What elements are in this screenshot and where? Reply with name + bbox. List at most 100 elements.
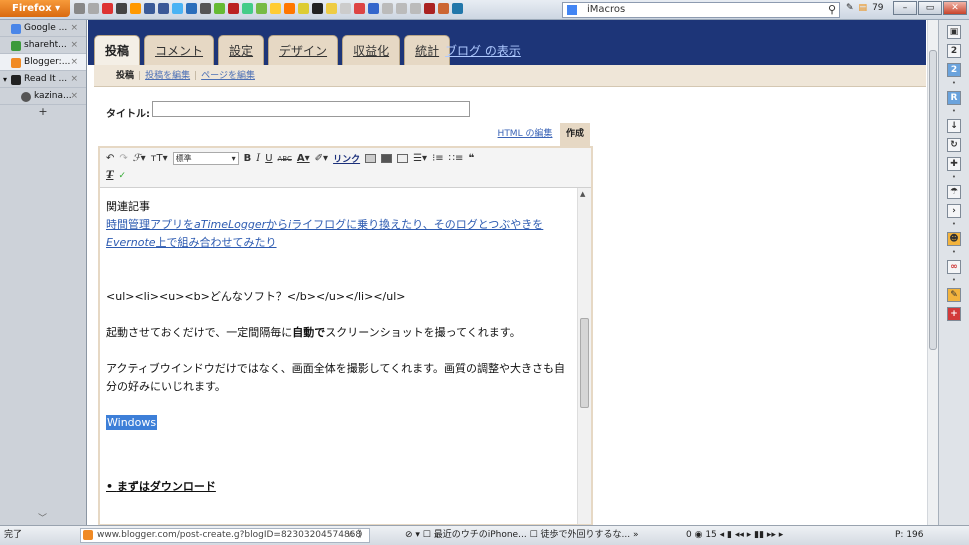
strikethrough-icon[interactable]: ABC [278,155,292,163]
close-tab-icon[interactable]: × [70,54,78,70]
blank-icon[interactable] [340,3,351,14]
tumblr-icon[interactable] [144,3,155,14]
two-blue-icon[interactable]: 2 [947,63,961,77]
list3-icon[interactable] [410,3,421,14]
edit-html-tab[interactable]: HTML の編集 [493,123,557,146]
page-scroll-thumb[interactable] [929,50,937,350]
b-icon[interactable] [284,3,295,14]
page-scrollbar[interactable] [927,20,938,525]
tab-stats[interactable]: 統計 [404,35,451,65]
collapse-icon[interactable]: ▾ [3,71,7,87]
list2-icon[interactable] [396,3,407,14]
close-tab-icon[interactable]: × [70,71,78,87]
scroll-up-arrow[interactable]: ▲ [580,190,585,198]
reload-icon[interactable]: ↻ [947,138,961,152]
font-family-icon[interactable]: ℱ▾ [133,153,146,164]
editor-scroll-thumb[interactable] [580,318,589,408]
media-controls[interactable]: ◂ ▮ ◂◂ ▸ ▮▮ ▸▸ ▸ [720,530,784,540]
twitter-icon[interactable] [172,3,183,14]
bookmark-icon[interactable] [116,3,127,14]
tag-icon[interactable]: ⊘ ▾ ☐ [405,530,434,540]
star-icon[interactable]: ☆ 》 [347,526,367,545]
underline-icon[interactable]: U [265,153,272,164]
bullet-list-icon[interactable]: ∷≡ [449,153,464,164]
tab-monetize[interactable]: 収益化 [342,35,401,65]
puzzle-icon[interactable]: ✚ [947,157,961,171]
close-window-button[interactable]: ✕ [943,1,967,15]
panel-icon[interactable]: ▣ [947,25,961,39]
tab-settings[interactable]: 設定 [218,35,265,65]
editor-scrollbar[interactable]: ▲ [577,188,591,524]
subtab-edit-posts[interactable]: 投稿を編集 [145,71,190,81]
tab-posting[interactable]: 投稿 [94,35,141,65]
feed-icon[interactable] [256,3,267,14]
sidebar-tab-sharehtml[interactable]: shareht... × [0,37,86,54]
star-icon[interactable] [326,3,337,14]
format-select[interactable]: 標準 [172,152,239,165]
close-tab-icon[interactable]: × [70,20,78,36]
status-url[interactable]: www.blogger.com/post-create.g?blogID=823… [80,528,370,543]
link-icon[interactable]: ∞ [947,260,961,274]
evernote-icon[interactable] [214,3,225,14]
download-icon[interactable]: ↓ [947,119,961,133]
monkey-icon[interactable]: ☻ [947,232,961,246]
k-icon[interactable] [242,3,253,14]
search-icon[interactable]: ⚲ [828,3,836,17]
gear-icon[interactable] [200,3,211,14]
facebook-icon[interactable] [158,3,169,14]
pen-icon[interactable]: ✎ [846,3,854,13]
calendar-icon[interactable] [368,3,379,14]
firefox-menu-button[interactable]: Firefox ▾ [0,0,70,17]
feed-item[interactable]: 最近のウチのiPhone... [434,530,527,540]
related-link[interactable]: 時間管理アプリをaTimeLoggerからiライフログに乗り換えたり、そのログと… [106,216,572,252]
undo-icon[interactable]: ↶ [106,153,114,164]
pin-icon[interactable]: ☂ [947,185,961,199]
next-icon[interactable]: › [947,204,961,218]
scroll-down-icon[interactable]: ﹀ [38,511,47,524]
compose-tab[interactable]: 作成 [560,123,590,146]
new-tab-button[interactable]: + [0,105,86,119]
close-tab-icon[interactable]: × [70,88,78,104]
jump-break-icon[interactable] [397,154,409,163]
gmail-icon[interactable] [354,3,365,14]
minimize-button[interactable]: – [893,1,917,15]
list-icon[interactable] [382,3,393,14]
subtab-new-post[interactable]: 投稿 [116,71,134,81]
lastfm-icon[interactable] [228,3,239,14]
sidebar-tab-readitlater[interactable]: ▾ Read It ... × [0,71,86,88]
close-tab-icon[interactable]: × [70,37,78,53]
post-body[interactable]: 関連記事 時間管理アプリをaTimeLoggerからiライフログに乗り換えたり、… [106,198,572,496]
link-button[interactable]: リンク [333,152,360,165]
numbered-list-icon[interactable]: ⁝≡ [432,153,444,164]
shield-icon[interactable]: ◉ [695,530,706,540]
search-bar[interactable]: iMacros ⚲ [562,2,840,18]
italic-icon[interactable]: I [256,153,260,164]
youtube-icon[interactable] [102,3,113,14]
two-icon[interactable]: 2 [947,44,961,58]
sidebar-tab-kazina[interactable]: kazina... × [0,88,86,105]
back-icon[interactable] [74,3,85,14]
spellcheck-icon[interactable]: ✓ [118,171,126,181]
hatena-icon[interactable] [186,3,197,14]
text-color-icon[interactable]: A▾ [297,153,310,164]
chart-icon[interactable] [452,3,463,14]
sidebar-tab-blogger[interactable]: Blogger:... × [0,54,86,71]
maximize-button[interactable]: ▭ [918,1,942,15]
bars-icon[interactable] [438,3,449,14]
readitlater-icon[interactable] [312,3,323,14]
tab-comments[interactable]: コメント [144,35,215,65]
folder-icon[interactable] [298,3,309,14]
bold-icon[interactable]: B [244,153,252,164]
feed-item[interactable]: 徒歩で外回りするな... [541,530,631,540]
note-icon[interactable]: ✎ [947,288,961,302]
quote-icon[interactable]: ❝ [468,153,474,164]
blogger-icon[interactable] [130,3,141,14]
rss-icon[interactable]: ▤ [859,3,868,13]
forward-icon[interactable] [88,3,99,14]
remove-format-icon[interactable]: T̶ [106,170,113,181]
r-icon[interactable]: R [947,91,961,105]
more-icon[interactable]: » [633,530,639,540]
subtab-edit-pages[interactable]: ページを編集 [201,71,255,81]
image-icon[interactable] [365,154,377,163]
s-icon[interactable] [424,3,435,14]
